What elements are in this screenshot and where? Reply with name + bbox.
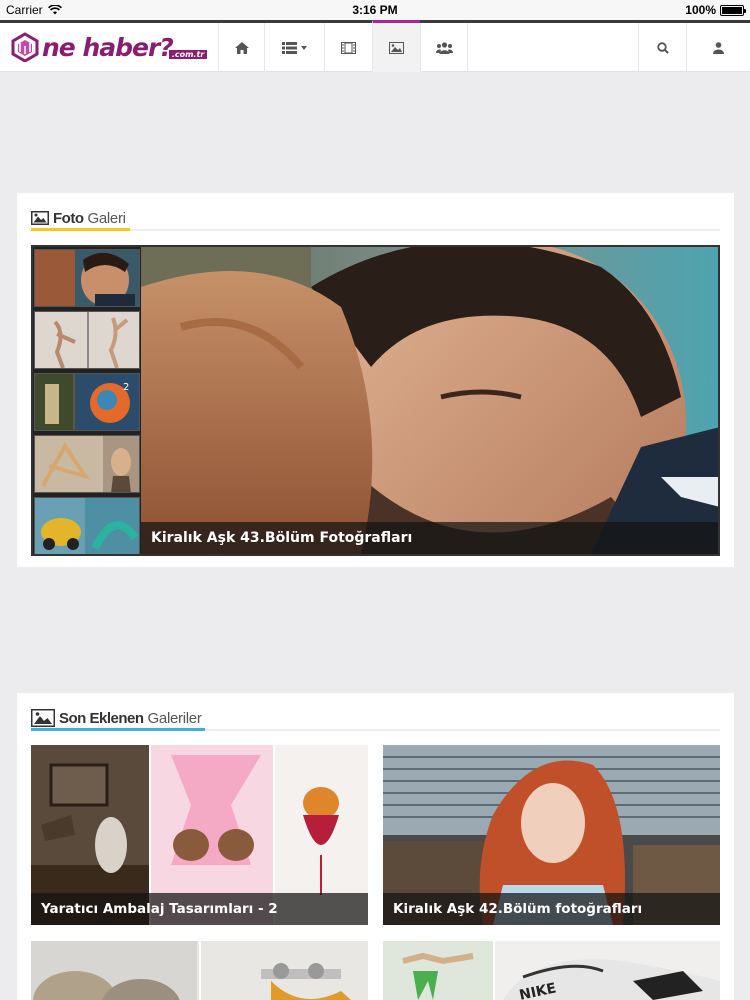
recent-galleries-accent-bar	[31, 728, 205, 731]
site-logo[interactable]: ne haber? .com.tr	[10, 31, 208, 63]
home-icon	[234, 41, 249, 54]
battery-icon	[720, 4, 746, 16]
gallery-thumb[interactable]	[34, 311, 140, 369]
battery-percent: 100%	[685, 3, 716, 17]
photo-gallery-title-bold: Foto	[53, 209, 84, 227]
svg-text:2: 2	[123, 382, 129, 393]
chevron-down-icon	[301, 45, 307, 50]
gallery-thumbnails: 2	[33, 247, 141, 554]
user-icon	[713, 41, 724, 54]
gallery-card[interactable]: NIKE	[383, 941, 720, 1000]
photo-gallery-title-light: Galeri	[87, 209, 126, 227]
gallery-thumb[interactable]	[34, 435, 140, 493]
recent-galleries-panel: Son Eklenen Galeriler Yaratıcı Ambalaj T…	[17, 693, 734, 1000]
nav-photos[interactable]	[372, 20, 420, 72]
gallery-card[interactable]	[31, 941, 368, 1000]
gallery-card[interactable]: Yaratıcı Ambalaj Tasarımları - 2	[31, 745, 368, 925]
nav-videos[interactable]	[324, 23, 372, 72]
search-icon	[656, 41, 669, 54]
gallery-thumb[interactable]	[34, 497, 140, 554]
nav-categories[interactable]	[264, 23, 324, 72]
recent-galleries-header: Son Eklenen Galeriler	[31, 705, 720, 731]
status-right: 100%	[685, 3, 746, 17]
battery-fill	[722, 6, 742, 14]
picture-icon	[31, 211, 49, 225]
logo-text: ne haber?	[42, 32, 174, 62]
photo-gallery-panel: Foto Galeri 2 Kiralık Aşk 43.Bölüm Fotoğ…	[17, 193, 734, 567]
status-time: 3:16 PM	[352, 3, 398, 17]
recent-galleries-title-bold: Son Eklenen	[59, 709, 144, 727]
picture-icon	[389, 41, 404, 54]
photo-gallery-accent-bar	[31, 228, 130, 231]
status-bar: Carrier 3:16 PM 100%	[0, 0, 750, 20]
gallery-card-caption[interactable]: Kiralık Aşk 42.Bölüm fotoğrafları	[383, 893, 720, 925]
featured-caption[interactable]: Kiralık Aşk 43.Bölüm Fotoğrafları	[141, 522, 718, 554]
logo-suffix: .com.tr	[168, 49, 208, 59]
gallery-featured-image[interactable]: Kiralık Aşk 43.Bölüm Fotoğrafları	[141, 247, 718, 554]
gallery-card[interactable]: Kiralık Aşk 42.Bölüm fotoğrafları	[383, 745, 720, 925]
nav-community[interactable]	[420, 23, 468, 72]
nav-home[interactable]	[218, 23, 264, 72]
photo-gallery-header: Foto Galeri	[31, 205, 720, 231]
site-header: ne haber? .com.tr	[0, 20, 750, 72]
nav-search[interactable]	[638, 23, 686, 72]
film-icon	[341, 41, 356, 54]
list-icon	[282, 41, 297, 54]
logo-mark-icon	[11, 32, 39, 62]
photo-gallery-slider[interactable]: 2 Kiralık Aşk 43.Bölüm Fotoğrafları	[31, 245, 720, 556]
recent-galleries-title-light: Galeriler	[147, 709, 202, 727]
users-icon	[435, 41, 453, 54]
nav-account[interactable]	[686, 23, 750, 72]
gallery-thumb[interactable]	[34, 249, 140, 307]
gallery-thumb[interactable]: 2	[34, 373, 140, 431]
picture-icon	[31, 709, 55, 727]
gallery-card-caption[interactable]: Yaratıcı Ambalaj Tasarımları - 2	[31, 893, 368, 925]
